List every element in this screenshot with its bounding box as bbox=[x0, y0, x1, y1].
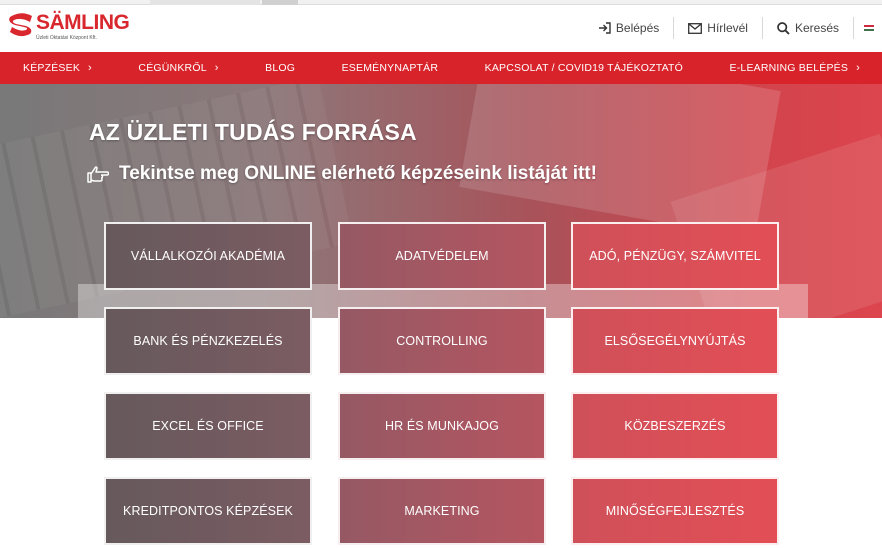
nav-item-elearning[interactable]: E-LEARNING BELÉPÉS › bbox=[730, 62, 860, 74]
main-navigation: KÉPZÉSEK › CÉGÜNKRŐL › BLOG ESEMÉNYNAPTÁ… bbox=[0, 52, 882, 84]
samling-logo[interactable]: SÄMLING Üzleti Oktatási Központ Kft. bbox=[8, 9, 130, 47]
samling-s-logo-icon bbox=[9, 13, 32, 37]
chevron-right-icon: › bbox=[214, 62, 219, 74]
category-label: KÖZBESZERZÉS bbox=[624, 419, 726, 433]
category-vallalkozoi-akademia[interactable]: VÁLLALKOZÓI AKADÉMIA bbox=[104, 222, 312, 290]
category-kreditpontos-kepzesek[interactable]: KREDITPONTOS KÉPZÉSEK bbox=[104, 477, 312, 545]
category-minosegfejlesztes[interactable]: MINŐSÉGFEJLESZTÉS bbox=[571, 477, 779, 545]
search-link[interactable]: Keresés bbox=[763, 17, 853, 39]
category-label: EXCEL ÉS OFFICE bbox=[152, 419, 264, 433]
nav-item-kapcsolat[interactable]: KAPCSOLAT / COVID19 TÁJÉKOZTATÓ bbox=[485, 62, 683, 74]
chevron-right-icon: › bbox=[856, 62, 860, 74]
category-label: MINŐSÉGFEJLESZTÉS bbox=[605, 504, 745, 518]
hero-subtitle-link[interactable]: Tekintse meg ONLINE elérhető képzéseink … bbox=[87, 163, 597, 185]
category-bank-es-penzkezeles[interactable]: BANK ÉS PÉNZKEZELÉS bbox=[104, 307, 312, 375]
category-label: KREDITPONTOS KÉPZÉSEK bbox=[123, 504, 293, 518]
login-link[interactable]: Belépés bbox=[584, 17, 673, 39]
nav-item-label: KÉPZÉSEK bbox=[23, 62, 81, 74]
category-label: MARKETING bbox=[404, 504, 480, 518]
hungarian-flag-icon[interactable] bbox=[864, 24, 874, 32]
category-label: CONTROLLING bbox=[396, 334, 488, 348]
category-label: VÁLLALKOZÓI AKADÉMIA bbox=[130, 249, 286, 263]
divider bbox=[853, 17, 854, 39]
category-ado-penzugy-szamvitel[interactable]: ADÓ, PÉNZÜGY, SZÁMVITEL bbox=[571, 222, 779, 290]
nav-item-label: ESEMÉNYNAPTÁR bbox=[341, 62, 439, 74]
site-header: SÄMLING Üzleti Oktatási Központ Kft. Bel… bbox=[0, 5, 882, 51]
newsletter-link[interactable]: Hírlevél bbox=[674, 17, 762, 39]
header-utility-nav: Belépés Hírlevél Keresés bbox=[584, 17, 874, 39]
category-controlling[interactable]: CONTROLLING bbox=[338, 307, 546, 375]
category-excel-es-office[interactable]: EXCEL ÉS OFFICE bbox=[104, 392, 312, 460]
brand-name: SÄMLING bbox=[36, 11, 130, 34]
nav-item-cegunkrol[interactable]: CÉGÜNKRŐL › bbox=[138, 62, 218, 74]
nav-item-kepzesek[interactable]: KÉPZÉSEK › bbox=[23, 62, 92, 74]
category-elsosegelynyujtas[interactable]: ELSŐSEGÉLYNYÚJTÁS bbox=[571, 307, 779, 375]
category-label: BANK ÉS PÉNZKEZELÉS bbox=[133, 334, 283, 348]
category-label: ELSŐSEGÉLYNYÚJTÁS bbox=[604, 334, 746, 348]
nav-item-label: CÉGÜNKRŐL bbox=[138, 62, 207, 74]
category-kozbeszerzes[interactable]: KÖZBESZERZÉS bbox=[571, 392, 779, 460]
hero-subtitle: Tekintse meg ONLINE elérhető képzéseink … bbox=[119, 163, 597, 184]
category-label: ADÓ, PÉNZÜGY, SZÁMVITEL bbox=[589, 249, 761, 263]
category-marketing[interactable]: MARKETING bbox=[338, 477, 546, 545]
category-adatvedelem[interactable]: ADATVÉDELEM bbox=[338, 222, 546, 290]
nav-item-label: E-LEARNING BELÉPÉS bbox=[729, 62, 849, 74]
login-icon bbox=[598, 22, 611, 34]
category-label: ADATVÉDELEM bbox=[395, 249, 489, 263]
search-icon bbox=[777, 21, 790, 35]
newsletter-label: Hírlevél bbox=[707, 21, 748, 35]
nav-item-label: BLOG bbox=[265, 62, 296, 74]
category-hr-es-munkajog[interactable]: HR ÉS MUNKAJOG bbox=[338, 392, 546, 460]
search-label: Keresés bbox=[794, 21, 839, 35]
login-label: Belépés bbox=[615, 21, 660, 35]
category-label: HR ÉS MUNKAJOG bbox=[385, 419, 499, 433]
nav-item-label: KAPCSOLAT / COVID19 TÁJÉKOZTATÓ bbox=[484, 62, 683, 74]
brand-tagline: Üzleti Oktatási Központ Kft. bbox=[36, 35, 97, 41]
envelope-icon bbox=[688, 22, 703, 34]
nav-item-esemenynaptar[interactable]: ESEMÉNYNAPTÁR bbox=[342, 62, 439, 74]
chevron-right-icon: › bbox=[88, 62, 92, 74]
hero-title: AZ ÜZLETI TUDÁS FORRÁSA bbox=[89, 119, 417, 145]
pointing-hand-icon bbox=[87, 166, 109, 183]
nav-item-blog[interactable]: BLOG bbox=[265, 62, 295, 74]
